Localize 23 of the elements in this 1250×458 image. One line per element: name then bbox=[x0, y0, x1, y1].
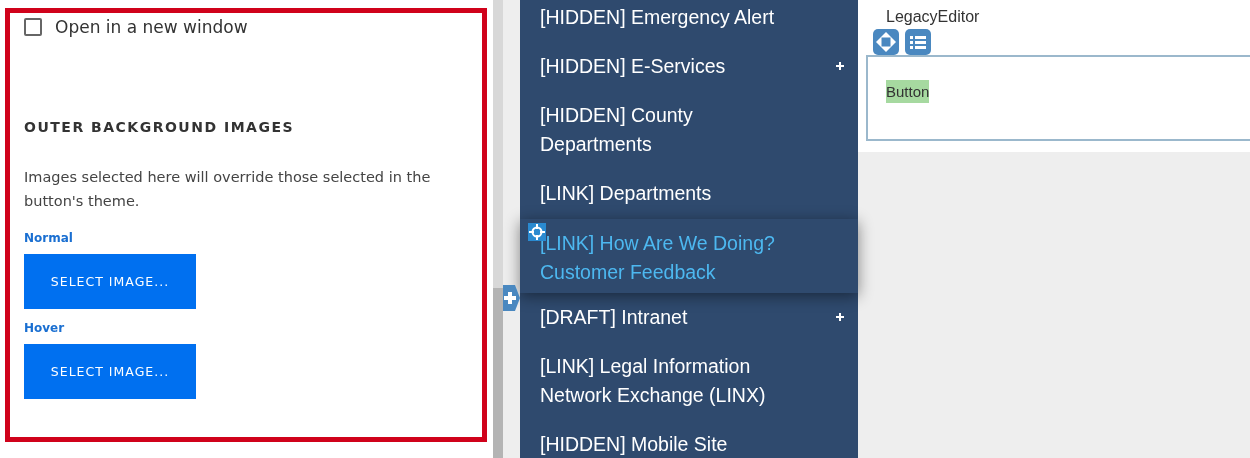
menu-item[interactable]: [LINK] Departments bbox=[520, 169, 858, 218]
checkbox[interactable] bbox=[24, 18, 42, 36]
menu-item[interactable]: [HIDDEN] E-Services bbox=[520, 42, 858, 91]
editor-area[interactable]: Button bbox=[866, 55, 1250, 141]
menu-item[interactable]: [HIDDEN] County Departments bbox=[520, 91, 858, 169]
field-label: Normal bbox=[24, 231, 74, 245]
menu-item[interactable]: [DRAFT] Intranet bbox=[520, 293, 858, 342]
field-label: Hover bbox=[24, 321, 66, 335]
select-image-button[interactable]: SELECT IMAGE... bbox=[24, 344, 196, 399]
list-icon[interactable] bbox=[905, 29, 931, 55]
add-tab-icon[interactable] bbox=[503, 285, 520, 311]
plus-icon[interactable] bbox=[836, 313, 844, 321]
plus-icon[interactable] bbox=[836, 62, 844, 70]
section-title: OUTER BACKGROUND IMAGES bbox=[24, 119, 296, 135]
content-button[interactable]: Button bbox=[886, 80, 930, 103]
checkbox-label: Open in a new window bbox=[55, 17, 248, 37]
select-image-button[interactable]: SELECT IMAGE... bbox=[24, 254, 196, 309]
menu-item[interactable]: [HIDDEN] Mobile Site bbox=[520, 420, 858, 458]
move-icon[interactable] bbox=[873, 29, 899, 55]
description-text: Images selected here will override those selected in the button's theme. bbox=[24, 168, 432, 211]
menu-item[interactable]: [LINK] Legal Information Network Exchange (LINX) bbox=[520, 342, 858, 420]
editor-label: LegacyEditor bbox=[886, 8, 981, 26]
menu-item[interactable]: [HIDDEN] Emergency Alert bbox=[520, 0, 858, 42]
